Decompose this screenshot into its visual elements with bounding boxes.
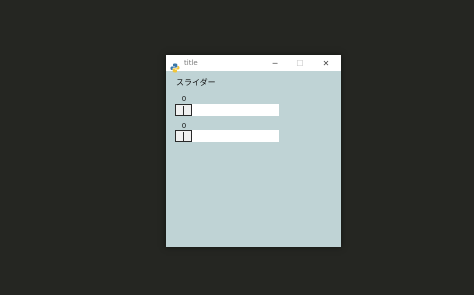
slider-2-track[interactable] [175,130,279,142]
slider-2-value: 0 [181,122,187,130]
title-bar[interactable]: title ─ ☐ ✕ [166,55,341,73]
slider-2-thumb[interactable] [175,130,192,142]
slider-1-value: 0 [181,95,187,103]
slider-heading: スライダー [176,78,216,87]
maximize-button[interactable]: ☐ [288,55,312,71]
close-button[interactable]: ✕ [314,55,338,71]
app-window: title ─ ☐ ✕ スライダー 0 0 [166,55,341,247]
python-icon [170,58,180,73]
minimize-button[interactable]: ─ [263,55,287,71]
slider-1-track[interactable] [175,104,279,116]
window-title: title [184,59,198,67]
slider-1-thumb[interactable] [175,104,192,116]
